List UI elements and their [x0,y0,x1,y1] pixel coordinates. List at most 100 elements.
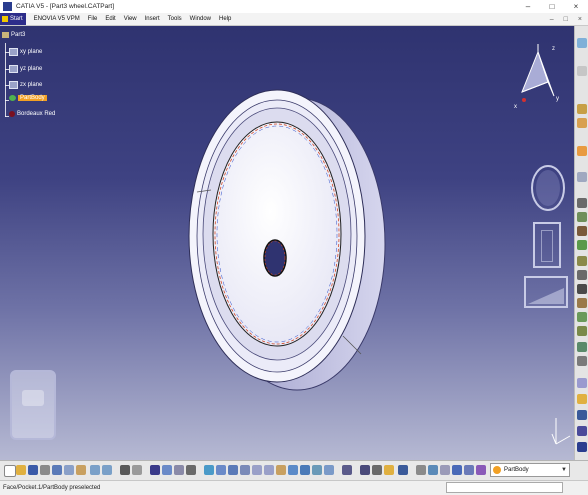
formula-icon[interactable] [120,465,130,475]
plane-icon [9,48,18,56]
tool-icon[interactable] [577,240,587,250]
tool-icon[interactable] [398,465,408,475]
viewer-tool-icon[interactable] [10,370,56,440]
whats-this-icon[interactable] [132,465,142,475]
tool-icon[interactable] [452,465,462,475]
normal-view-icon[interactable] [276,465,286,475]
fly-mode-icon[interactable] [204,465,214,475]
menu-help[interactable]: Help [219,16,231,22]
tool-icon[interactable] [577,342,587,352]
render-style-icon[interactable] [300,465,310,475]
print-icon[interactable] [40,465,50,475]
tree-item-yz-plane[interactable]: yz plane [9,65,42,73]
part-body-selector-value: PartBody [504,467,529,473]
compass-axis-y: y [556,96,559,102]
tree-item-label-selected: PartBody [18,95,47,101]
menu-view[interactable]: View [124,16,137,22]
zoom-in-icon[interactable] [252,465,262,475]
tool-icon[interactable] [577,270,587,280]
doc-minimize-button[interactable]: – [550,16,554,23]
tree-item-label: yz plane [20,66,43,72]
doc-restore-button[interactable]: □ [564,16,568,23]
minimize-button[interactable]: – [516,0,540,13]
tool-icon[interactable] [342,465,352,475]
menu-file[interactable]: File [88,16,98,22]
save-icon[interactable] [28,465,38,475]
tool-icon[interactable] [464,465,474,475]
menu-insert[interactable]: Insert [145,16,160,22]
tool-icon[interactable] [476,465,486,475]
partbody-icon [493,466,501,474]
menu-window[interactable]: Window [190,16,211,22]
tool-icon[interactable] [577,394,587,404]
menu-start[interactable]: Start [0,13,26,25]
tool-icon[interactable] [577,226,587,236]
3d-viewport[interactable]: Part3 xy plane yz plane zx plane PartBod… [0,26,574,460]
tool-icon[interactable] [577,118,587,128]
start-icon [2,16,8,22]
tool-icon[interactable] [577,410,587,420]
tree-item-zx-plane[interactable]: zx plane [9,81,42,89]
tool-icon[interactable] [577,104,587,114]
tool-icon[interactable] [416,465,426,475]
fit-all-icon[interactable] [216,465,226,475]
menu-edit[interactable]: Edit [105,16,115,22]
swap-space-icon[interactable] [324,465,334,475]
tool-icon[interactable] [440,465,450,475]
tool-icon[interactable] [162,465,172,475]
pad-icon[interactable] [577,146,587,156]
tool-icon[interactable] [577,256,587,266]
part-body-selector[interactable]: PartBody ▼ [490,463,570,477]
view-square-icon[interactable] [533,222,561,268]
tree-root-part3[interactable]: Part3 [2,32,25,38]
wheel-3d-model[interactable] [185,84,395,396]
tool-icon[interactable] [577,38,587,48]
zoom-out-icon[interactable] [264,465,274,475]
tool-icon[interactable] [577,284,587,294]
command-input[interactable] [446,482,563,493]
menu-tools[interactable]: Tools [168,16,182,22]
tool-icon[interactable] [150,465,160,475]
close-button[interactable]: × [564,0,588,13]
pan-icon[interactable] [228,465,238,475]
tool-icon[interactable] [577,198,587,208]
paste-icon[interactable] [76,465,86,475]
tool-icon[interactable] [360,465,370,475]
tool-icon[interactable] [428,465,438,475]
compass[interactable]: z y x [508,38,564,108]
tool-icon[interactable] [577,172,587,182]
maximize-button[interactable]: □ [540,0,564,13]
tool-icon[interactable] [577,312,587,322]
catia-logo-icon [577,442,587,452]
redo-icon[interactable] [102,465,112,475]
new-file-icon[interactable] [4,465,16,477]
view-wedge-icon[interactable] [524,276,568,308]
tree-item-bordeaux-red[interactable]: Bordeaux Red [9,111,55,117]
tool-icon[interactable] [174,465,184,475]
open-file-icon[interactable] [16,465,26,475]
tool-icon[interactable] [577,66,587,76]
cut-icon[interactable] [52,465,62,475]
tool-icon[interactable] [577,426,587,436]
tool-icon[interactable] [384,465,394,475]
rotate-icon[interactable] [240,465,250,475]
tree-item-xy-plane[interactable]: xy plane [9,48,42,56]
menu-enovia[interactable]: ENOVIA V5 VPM [34,16,80,22]
view-circle-icon[interactable] [528,164,568,212]
tool-icon[interactable] [577,326,587,336]
menu-bar: Start ENOVIA V5 VPM File Edit View Inser… [0,13,588,26]
tool-icon[interactable] [186,465,196,475]
window-title: CATIA V5 - [Part3 wheel.CATPart] [16,3,115,10]
tool-icon[interactable] [577,378,587,388]
title-bar: CATIA V5 - [Part3 wheel.CATPart] – □ × [0,0,588,13]
doc-close-button[interactable]: × [578,16,582,23]
iso-view-icon[interactable] [288,465,298,475]
undo-icon[interactable] [90,465,100,475]
hide-show-icon[interactable] [312,465,322,475]
tool-icon[interactable] [577,298,587,308]
tree-item-partbody[interactable]: PartBody [9,95,47,101]
tool-icon[interactable] [372,465,382,475]
tool-icon[interactable] [577,356,587,366]
copy-icon[interactable] [64,465,74,475]
tool-icon[interactable] [577,212,587,222]
